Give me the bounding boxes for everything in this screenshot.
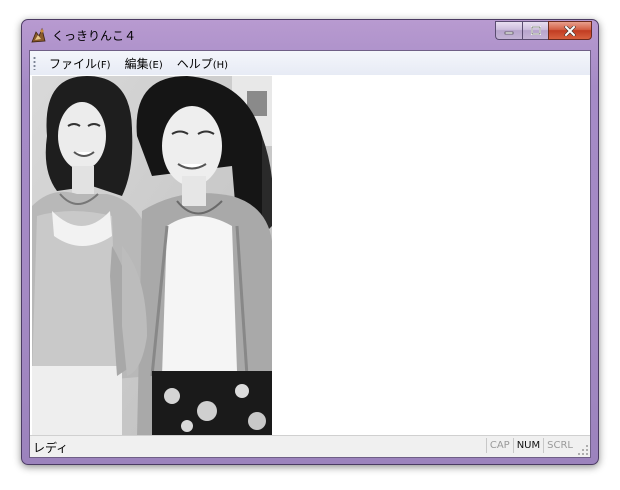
menu-help-accel: (H) xyxy=(212,59,229,71)
scroll-lock-indicator: SCRL xyxy=(543,438,576,453)
maximize-button[interactable] xyxy=(522,21,548,40)
title-bar[interactable]: くっきりんこ４ xyxy=(22,20,598,50)
client-area: ファイル(F) 編集(E) ヘルプ(H) レディ CAP NUM SCRL xyxy=(29,50,591,458)
app-window: くっきりんこ４ ファイル(F) 編集(E) ヘルプ(H) レディ CAP NUM… xyxy=(21,19,599,465)
image-canvas[interactable] xyxy=(30,75,590,435)
menu-bar: ファイル(F) 編集(E) ヘルプ(H) xyxy=(30,51,590,76)
menu-help[interactable]: ヘルプ(H) xyxy=(170,53,235,74)
menu-file[interactable]: ファイル(F) xyxy=(42,53,118,74)
menu-file-label: ファイル xyxy=(49,56,98,71)
window-title: くっきりんこ４ xyxy=(52,29,137,43)
grayscale-photo-two-women-icon xyxy=(32,76,272,435)
status-text: レディ xyxy=(33,441,69,455)
menu-edit-label: 編集 xyxy=(124,56,149,71)
resize-grip-icon[interactable] xyxy=(578,445,589,456)
menu-edit-accel: (E) xyxy=(148,59,163,71)
close-icon xyxy=(564,25,576,36)
maximize-icon xyxy=(530,26,541,35)
menu-help-label: ヘルプ xyxy=(176,56,213,71)
caption-buttons xyxy=(495,21,592,40)
toolbar-grip-icon[interactable] xyxy=(33,56,36,70)
minimize-icon xyxy=(504,31,514,34)
app-icon[interactable] xyxy=(30,27,47,44)
close-button[interactable] xyxy=(548,21,592,40)
menu-edit[interactable]: 編集(E) xyxy=(118,53,170,74)
status-indicators: CAP NUM SCRL xyxy=(485,438,576,453)
caps-lock-indicator: CAP xyxy=(485,438,513,453)
num-lock-indicator: NUM xyxy=(512,438,543,453)
minimize-button[interactable] xyxy=(495,21,522,40)
menu-file-accel: (F) xyxy=(97,59,111,71)
status-bar: レディ CAP NUM SCRL xyxy=(30,435,590,457)
